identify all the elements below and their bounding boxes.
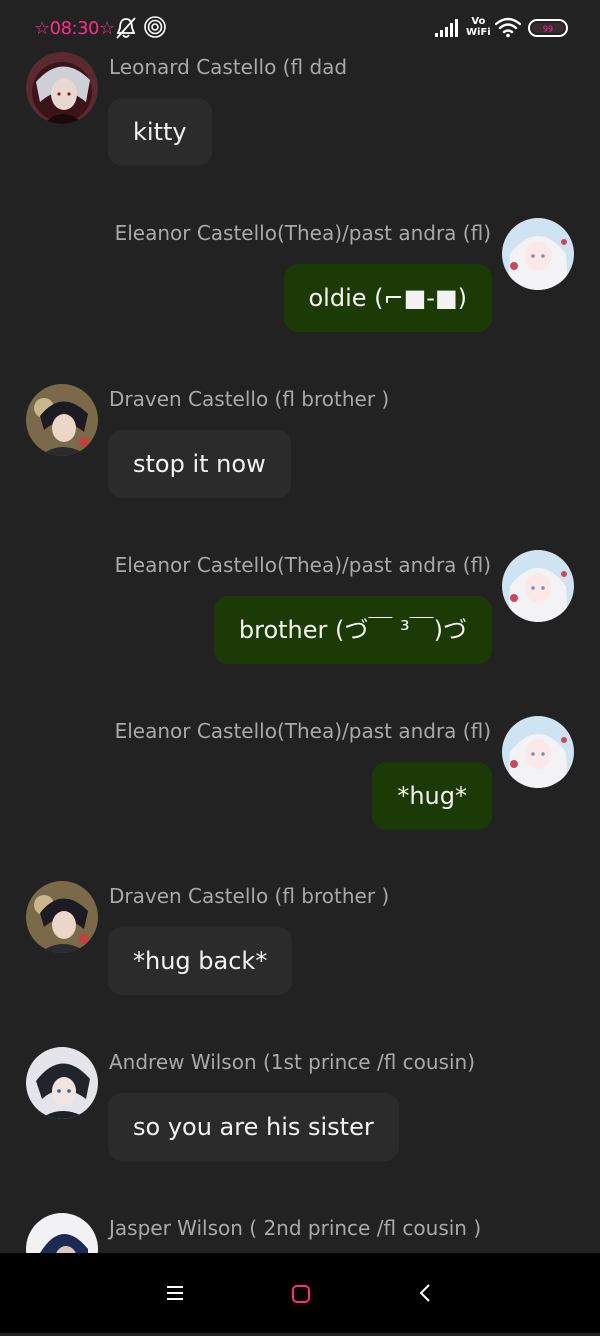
message-bubble[interactable]: brother (づ￣ ³￣)づ: [213, 596, 492, 664]
sender-name: Andrew Wilson (1st prince /fl cousin): [109, 1050, 476, 1074]
avatar-eleanor[interactable]: [502, 218, 574, 290]
avatar-draven[interactable]: [26, 384, 98, 456]
sender-name: Eleanor Castello(Thea)/past andra (fl): [114, 719, 491, 743]
message-bubble[interactable]: *hug*: [372, 762, 492, 830]
svg-text:99: 99: [543, 25, 553, 34]
fingerprint-icon: [144, 16, 166, 38]
back-icon[interactable]: [414, 1279, 436, 1307]
avatar-draven[interactable]: [26, 881, 98, 953]
vowifi-badge: Vo WiFi: [466, 16, 491, 38]
chat-message-list[interactable]: Leonard Castello (fl dad kitty Eleanor C…: [0, 0, 600, 1253]
sender-name: Draven Castello (fl brother ): [109, 387, 390, 411]
message-bubble[interactable]: oldie (⌐■-■): [283, 264, 492, 332]
status-time: ☆08:30☆: [34, 18, 115, 39]
sender-name: Leonard Castello (fl dad: [109, 55, 348, 79]
message-bubble[interactable]: stop it now: [108, 430, 291, 498]
sender-name: Draven Castello (fl brother ): [109, 884, 390, 908]
avatar-jasper[interactable]: [26, 1213, 98, 1253]
sender-name: Eleanor Castello(Thea)/past andra (fl): [114, 553, 491, 577]
avatar-eleanor[interactable]: [502, 550, 574, 622]
message-bubble[interactable]: kitty: [108, 98, 212, 166]
avatar-eleanor[interactable]: [502, 716, 574, 788]
menu-icon[interactable]: [165, 1281, 185, 1305]
message-bubble[interactable]: *hug back*: [108, 927, 293, 995]
avatar-andrew[interactable]: [26, 1047, 98, 1119]
battery-icon: 99: [528, 19, 568, 37]
sender-name: Jasper Wilson ( 2nd prince /fl cousin ): [109, 1216, 482, 1240]
bell-off-icon: [115, 16, 137, 40]
navigation-bar: [0, 1253, 600, 1333]
message-bubble[interactable]: so you are his sister: [108, 1093, 399, 1161]
status-bar: ☆08:30☆ Vo WiFi 99: [0, 0, 600, 56]
sender-name: Eleanor Castello(Thea)/past andra (fl): [114, 221, 491, 245]
avatar-leonard[interactable]: [26, 52, 98, 124]
home-icon[interactable]: [289, 1254, 313, 1332]
signal-icon: [434, 19, 460, 37]
wifi-icon: [494, 16, 522, 38]
